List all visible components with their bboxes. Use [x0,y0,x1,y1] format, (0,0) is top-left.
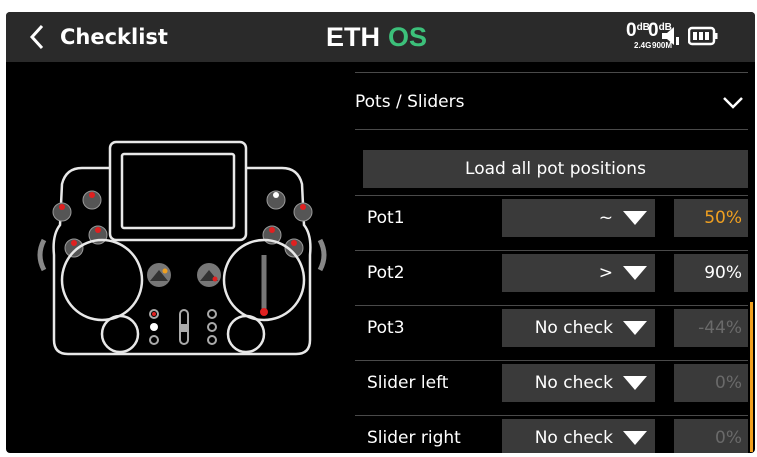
svg-text:OS: OS [388,23,427,51]
divider [355,129,748,130]
condition-value: > [598,263,613,283]
screen: Checklist ETH OS 0dB 2.4G 0dB 900M Pots … [6,12,755,453]
speaker-icon[interactable] [660,25,682,47]
caret-down-icon [623,376,647,390]
battery-icon [688,26,718,46]
position-value[interactable]: 50% [674,199,748,237]
caret-down-icon [623,431,647,445]
caret-down-icon [623,321,647,335]
check-row-pot1: Pot1 ~ 50% [355,197,748,239]
divider [355,305,748,306]
divider [355,72,748,73]
check-row-pot3: Pot3 No check -44% [355,307,748,349]
position-value[interactable]: 90% [674,254,748,292]
check-row-slider-left: Slider left No check 0% [355,362,748,404]
condition-dropdown[interactable]: No check [502,309,655,347]
back-icon[interactable] [28,24,46,50]
condition-value: No check [534,373,613,393]
position-value: 0% [674,364,748,402]
condition-value: No check [534,428,613,448]
condition-value: ~ [598,208,613,228]
check-row-slider-right: Slider right No check 0% [355,417,748,453]
caret-down-icon [623,211,647,225]
row-label: Pot3 [367,318,405,338]
condition-dropdown[interactable]: ~ [502,199,655,237]
ethos-logo: ETH OS [326,23,427,51]
scrollbar[interactable] [750,302,753,452]
caret-down-icon [623,266,647,280]
rssi-24g: 0dB 2.4G [626,20,652,50]
row-label: Slider left [367,373,449,393]
condition-value: No check [534,318,613,338]
check-row-pot2: Pot2 > 90% [355,252,748,294]
row-label: Pot1 [367,208,405,228]
position-value: -44% [674,309,748,347]
page-title: Checklist [60,25,168,49]
radio-illustration [37,140,327,356]
divider [355,415,748,416]
row-label: Slider right [367,428,461,448]
row-label: Pot2 [367,263,405,283]
position-value: 0% [674,419,748,453]
section-title: Pots / Sliders [355,92,465,112]
condition-dropdown[interactable]: No check [502,364,655,402]
condition-dropdown[interactable]: > [502,254,655,292]
header-bar: Checklist ETH OS 0dB 2.4G 0dB 900M [6,12,755,62]
svg-text:ETH: ETH [326,23,380,51]
load-all-pots-button[interactable]: Load all pot positions [363,150,748,188]
chevron-down-icon[interactable] [722,96,744,110]
section-header[interactable]: Pots / Sliders [355,88,748,118]
divider [355,250,748,251]
condition-dropdown[interactable]: No check [502,419,655,453]
divider [355,195,748,196]
divider [355,360,748,361]
settings-panel: Pots / Sliders Load all pot positions Po… [355,72,748,453]
